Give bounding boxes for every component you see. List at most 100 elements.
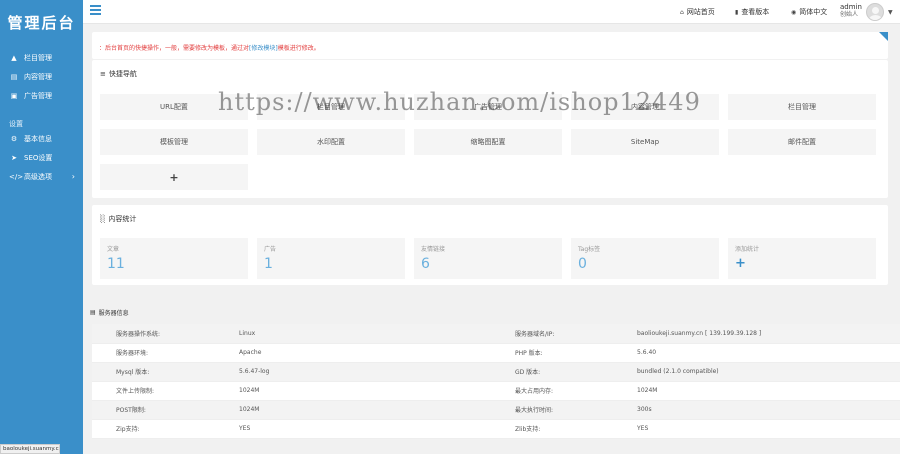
stat-value: 1: [264, 256, 273, 272]
server-info-value: Apache: [215, 343, 491, 363]
server-info-value: YES: [613, 419, 900, 439]
notice-text-before: ：后台首页的快捷操作，一般，需要修改为模板，通过对: [99, 45, 250, 52]
home-icon: ⌂: [680, 8, 684, 16]
header-link-label: 查看版本: [741, 8, 770, 16]
notice-text: ：后台首页的快捷操作，一般，需要修改为模板，通过对[修改模块]模板进行修改。: [99, 43, 320, 52]
stat-value: 0: [578, 256, 587, 272]
stat-label: 添加统计: [735, 246, 760, 253]
sidebar-item-label: 内容管理: [24, 72, 52, 81]
server-info-value: 5.6.47-log: [215, 362, 491, 382]
server-info-value: 5.6.40: [613, 343, 900, 363]
header-link-version[interactable]: ▮ 查看版本: [735, 7, 769, 17]
sidebar-item-content[interactable]: ▤ 内容管理: [0, 67, 83, 86]
table-row: Mysql 版本: 5.6.47-log GD 版本: bundled (2.1.0 …: [92, 362, 900, 382]
logo: 管理后台: [7, 13, 76, 32]
stat-box-ads[interactable]: 广告 1: [257, 238, 405, 279]
sidebar-item-label: 高级选项: [24, 172, 52, 181]
server-info-key: Zip支持:: [92, 419, 215, 439]
header-link-language[interactable]: ◉ 简体中文: [791, 7, 827, 17]
server-info-value: bundled (2.1.0 compatible): [613, 362, 900, 382]
chevron-right-icon: ›: [71, 172, 75, 181]
table-row: Zip支持: YES Zlib支持: YES: [92, 419, 900, 439]
user-info[interactable]: admin 创始人: [840, 3, 862, 19]
quick-item[interactable]: 内容管理: [571, 94, 719, 120]
sidebar-item-label: 基本信息: [24, 134, 52, 143]
sitemap-icon: ▲: [11, 53, 17, 62]
quick-nav-title-text: 快捷导航: [108, 70, 137, 78]
stat-label: 广告: [264, 246, 277, 253]
sidebar-item-advanced[interactable]: </> 高级选项 ›: [0, 167, 83, 186]
server-info-key: PHP 版本:: [491, 343, 613, 363]
notice-link[interactable]: [修改模块]: [249, 45, 278, 52]
server-info-key: 服务器域名/IP:: [491, 324, 613, 344]
add-quick-item-button[interactable]: +: [100, 164, 248, 190]
top-header: ⌂ 网站首页 ▮ 查看版本 ◉ 简体中文 admin 创始人 ▼: [83, 0, 900, 24]
sidebar-item-columns[interactable]: ▲ 栏目管理: [0, 48, 83, 67]
server-info-value: 300s: [613, 400, 900, 420]
table-row: POST限制: 1024M 最大执行时间: 300s: [92, 400, 900, 420]
stat-label: 友情链接: [421, 246, 446, 253]
quick-item[interactable]: 栏目管理: [257, 94, 405, 120]
quick-nav-title: ≡ 快捷导航: [100, 69, 137, 79]
status-url: baoloukeji.suanmy.cn: [0, 444, 60, 454]
stat-box-articles[interactable]: 文章 11: [100, 238, 248, 279]
avatar[interactable]: [866, 3, 884, 21]
image-icon: ▣: [10, 91, 18, 100]
server-icon: ▤: [90, 309, 96, 316]
sidebar-item-label: 栏目管理: [24, 53, 52, 62]
server-info-key: POST限制:: [92, 400, 215, 420]
notice-card: ：后台首页的快捷操作，一般，需要修改为模板，通过对[修改模块]模板进行修改。: [92, 32, 888, 59]
server-info-title: ▤ 服务器信息: [90, 308, 129, 317]
globe-icon: ◉: [791, 8, 797, 16]
server-info-key: 服务器操作系统:: [92, 324, 215, 344]
server-info-key: Mysql 版本:: [92, 362, 215, 382]
bar-chart-icon: ░: [100, 215, 106, 223]
quick-item[interactable]: 邮件配置: [728, 129, 876, 155]
quick-item[interactable]: 广告管理: [414, 94, 562, 120]
sidebar-section-label: 设置: [9, 120, 23, 128]
notice-text-after: 模板进行修改。: [277, 45, 320, 52]
sidebar-item-label: 广告管理: [24, 91, 52, 100]
quick-item[interactable]: 模板管理: [100, 129, 248, 155]
server-info-value: 1024M: [215, 381, 491, 401]
sidebar-item-ads[interactable]: ▣ 广告管理: [0, 86, 83, 105]
send-icon: ➤: [11, 153, 17, 162]
sidebar-item-basic-info[interactable]: ⚙ 基本信息: [0, 129, 83, 148]
server-info-value: Linux: [215, 324, 491, 344]
sidebar: 管理后台 ▲ 栏目管理 ▤ 内容管理 ▣ 广告管理 设置 ⚙ 基本信息 ➤ SE…: [0, 0, 83, 454]
user-role: 创始人: [840, 11, 859, 18]
table-row: 服务器操作系统: Linux 服务器域名/IP: baolioukeji.suanmy…: [92, 324, 900, 344]
corner-ribbon: [879, 32, 888, 41]
list-icon: ▤: [10, 72, 18, 81]
stats-title-text: 内容统计: [108, 215, 137, 223]
header-link-home[interactable]: ⌂ 网站首页: [680, 7, 715, 17]
stat-box-links[interactable]: 友情链接 6: [414, 238, 562, 279]
server-info-table: 服务器操作系统: Linux 服务器域名/IP: baolioukeji.suanmy…: [92, 324, 900, 439]
stat-value: 6: [421, 256, 430, 272]
server-info-key: 最大执行时间:: [491, 400, 613, 420]
stat-box-add[interactable]: 添加统计 +: [728, 238, 876, 279]
stat-label: Tag标签: [578, 246, 601, 253]
stat-box-tags[interactable]: Tag标签 0: [571, 238, 719, 279]
server-info-key: 最大占用内存:: [491, 381, 613, 401]
chevron-down-icon[interactable]: ▼: [888, 9, 893, 16]
user-name: admin: [840, 3, 862, 11]
server-info-key: Zlib支持:: [491, 419, 613, 439]
quick-item[interactable]: SiteMap: [571, 129, 719, 155]
quick-item[interactable]: URL配置: [100, 94, 248, 120]
sidebar-item-seo[interactable]: ➤ SEO设置: [0, 148, 83, 167]
menu-toggle-icon[interactable]: [90, 5, 101, 16]
server-info-value: YES: [215, 419, 491, 439]
server-info-value: baolioukeji.suanmy.cn [ 139.199.39.128 ]: [613, 324, 900, 344]
table-row: 服务器环境: Apache PHP 版本: 5.6.40: [92, 343, 900, 363]
quick-item[interactable]: 水印配置: [257, 129, 405, 155]
gear-icon: ⚙: [10, 134, 18, 143]
stats-card: ░ 内容统计 文章 11 广告 1 友情链接 6 Tag标签 0 添加统计 +: [92, 205, 888, 285]
stat-label: 文章: [107, 246, 120, 253]
header-link-label: 简体中文: [799, 8, 828, 16]
server-info-value: 1024M: [215, 400, 491, 420]
quick-item[interactable]: 缩略图配置: [414, 129, 562, 155]
quick-item[interactable]: 栏目管理: [728, 94, 876, 120]
stats-title: ░ 内容统计: [100, 214, 136, 224]
bookmark-icon: ▮: [735, 8, 739, 16]
